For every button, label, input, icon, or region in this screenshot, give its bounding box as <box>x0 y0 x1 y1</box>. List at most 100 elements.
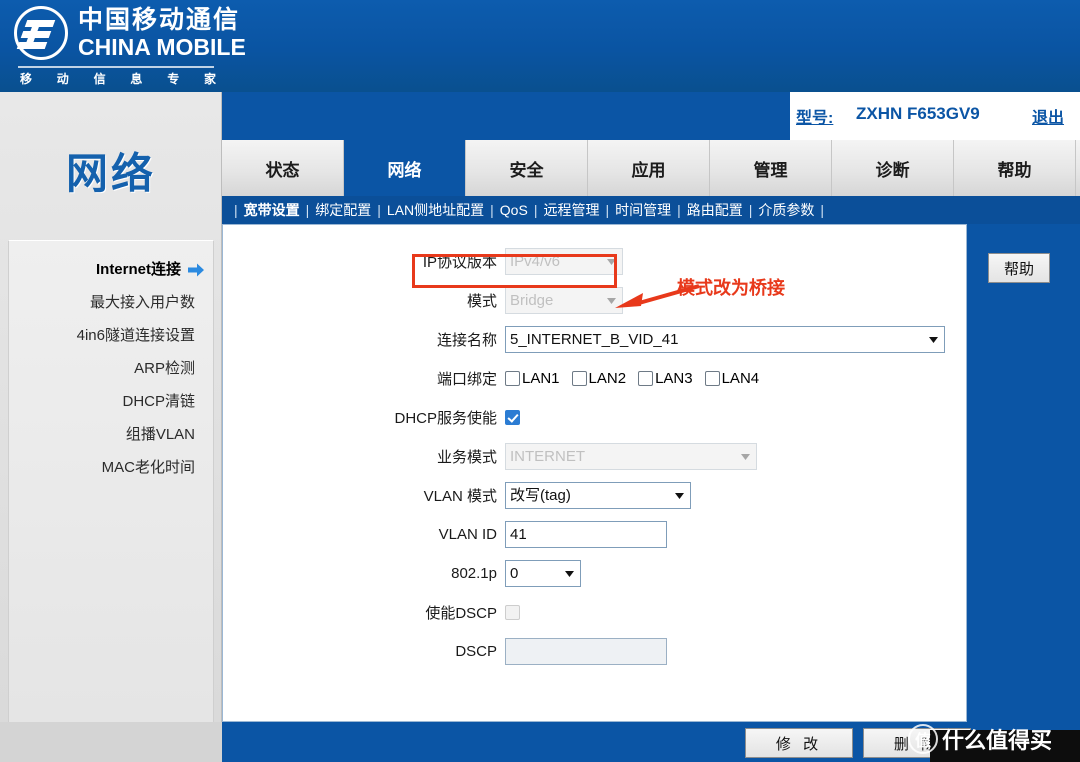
sidebar-item-dhcp-clear[interactable]: DHCP清链 <box>9 385 215 418</box>
checkbox-icon[interactable] <box>571 371 587 386</box>
subnav-item-broadband-settings[interactable]: 宽带设置 <box>244 200 300 220</box>
tab-help[interactable]: 帮助 <box>954 140 1076 196</box>
dot1p-select[interactable]: 0 <box>505 560 581 587</box>
sidebar-item-label: 组播VLAN <box>125 426 195 443</box>
port-binding-lan1-label: LAN1 <box>522 370 560 387</box>
brand-slogan: 移 动 信 息 专 家 <box>20 70 216 87</box>
sidebar-item-arp-detection[interactable]: ARP检测 <box>9 352 215 385</box>
subnav-separator: | <box>533 202 538 218</box>
connection-name-label: 连接名称 <box>436 332 497 349</box>
model-label: 型号: <box>796 110 834 127</box>
sidebar-item-label: Internet连接 <box>95 261 181 278</box>
dscp-enable-checkbox[interactable] <box>505 605 520 620</box>
field-row-connection-name: 连接名称 5_INTERNET_B_VID_41 <box>223 323 968 356</box>
vlan-id-input[interactable] <box>505 521 667 548</box>
service-mode-select[interactable]: INTERNET <box>505 443 757 470</box>
modify-button[interactable]: 修 改 <box>745 728 853 758</box>
service-mode-label: 业务模式 <box>436 449 497 466</box>
dot1p-select-wrap: 0 <box>505 560 581 587</box>
brand-name-en: CHINA MOBILE <box>78 33 246 60</box>
watermark-badge-icon: 值 <box>908 724 938 754</box>
slogan-char: 移 <box>20 72 33 86</box>
sidebar-item-mac-aging-time[interactable]: MAC老化时间 <box>9 451 215 484</box>
subnav-separator: | <box>677 202 681 218</box>
brand-text: 中国移动通信 CHINA MOBILE <box>78 7 246 60</box>
dot1p-label: 802.1p <box>451 565 497 582</box>
sidebar-item-internet-connection[interactable]: Internet连接 <box>9 253 215 286</box>
slogan-char: 信 <box>93 72 106 86</box>
port-binding-lan2-label: LAN2 <box>588 370 627 387</box>
vlan-mode-select[interactable]: 改写(tag) <box>505 482 691 509</box>
port-binding-lan3-label: LAN3 <box>655 370 693 387</box>
footer-inner: 修 改 删 除 <box>222 722 971 762</box>
tab-management[interactable]: 管理 <box>710 140 832 196</box>
vlan-id-label: VLAN ID <box>438 526 497 543</box>
subnav-item-qos[interactable]: QoS <box>500 202 528 218</box>
subnav-separator: | <box>748 202 753 218</box>
sidebar-item-label: MAC老化时间 <box>101 459 195 476</box>
subnav-separator: | <box>490 202 494 218</box>
dhcp-enable-checkbox[interactable] <box>505 410 520 425</box>
main-tabbar: 状态 网络 安全 应用 管理 诊断 帮助 <box>222 140 1080 196</box>
china-mobile-logo-icon <box>14 6 68 60</box>
vlan-mode-select-wrap: 改写(tag) <box>505 482 691 509</box>
footer-left-spacer <box>0 722 222 762</box>
subnav-item-remote-management[interactable]: 远程管理 <box>543 200 599 220</box>
field-row-ip-version: IP协议版本 IPv4/v6 <box>223 245 968 278</box>
sidebar-item-label: DHCP清链 <box>122 393 195 410</box>
port-binding-lan4[interactable]: LAN4 <box>704 370 760 387</box>
tab-network[interactable]: 网络 <box>344 140 466 196</box>
checkbox-icon[interactable] <box>505 371 520 386</box>
router-admin-page: 中国移动通信 CHINA MOBILE 移 动 信 息 专 家 网络 Inter… <box>0 0 1080 762</box>
subnav-separator: | <box>234 202 238 218</box>
sidebar-panel: Internet连接 最大接入用户数 4in6隧道连接设置 ARP检测 DHCP… <box>8 240 214 754</box>
subnav-item-lan-address-config[interactable]: LAN侧地址配置 <box>387 200 484 220</box>
field-row-dot1p: 802.1p 0 <box>223 557 968 590</box>
field-row-mode: 模式 Bridge <box>223 284 968 317</box>
help-button[interactable]: 帮助 <box>988 253 1050 283</box>
slogan-char: 息 <box>130 72 143 86</box>
mode-select[interactable]: Bridge <box>505 287 623 314</box>
port-binding-lan2[interactable]: LAN2 <box>571 370 627 387</box>
mode-label: 模式 <box>466 293 497 310</box>
watermark: 值 什么值得买 <box>908 716 1080 762</box>
slogan-char: 家 <box>203 72 216 86</box>
service-mode-select-wrap: INTERNET <box>505 443 757 470</box>
connection-name-select[interactable]: 5_INTERNET_B_VID_41 <box>505 326 945 353</box>
field-row-dscp: DSCP <box>223 635 968 668</box>
checkbox-icon[interactable] <box>704 371 720 386</box>
arrow-right-icon <box>188 263 204 277</box>
subnav-separator: | <box>820 202 825 218</box>
subnav-item-binding-config[interactable]: 绑定配置 <box>315 200 371 220</box>
dhcp-enable-label: DHCP服务使能 <box>394 410 497 427</box>
dscp-input[interactable] <box>505 638 667 665</box>
brand-logo: 中国移动通信 CHINA MOBILE <box>14 6 246 60</box>
subnav-item-time-management[interactable]: 时间管理 <box>615 200 671 220</box>
model-value: ZXHN F653GV9 <box>856 104 980 123</box>
sub-navigation: | 宽带设置 | 绑定配置 | LAN侧地址配置 | QoS | 远程管理 | … <box>222 196 1080 224</box>
subnav-item-route-config[interactable]: 路由配置 <box>687 200 743 220</box>
annotation-text: 模式改为桥接 <box>677 278 785 298</box>
port-binding-lan1[interactable]: LAN1 <box>505 370 560 387</box>
dscp-enable-label: 使能DSCP <box>425 605 497 622</box>
port-binding-lan3[interactable]: LAN3 <box>638 370 693 387</box>
subnav-item-media-parameters[interactable]: 介质参数 <box>758 200 814 220</box>
sidebar-item-max-users[interactable]: 最大接入用户数 <box>9 286 215 319</box>
subnav-separator: | <box>605 202 610 218</box>
model-bar-fill <box>222 92 790 140</box>
logout-link[interactable]: 退出 <box>1032 104 1064 128</box>
field-row-dscp-enable: 使能DSCP <box>223 596 968 629</box>
slogan-char: 动 <box>56 72 69 86</box>
tab-application[interactable]: 应用 <box>588 140 710 196</box>
brand-divider <box>18 66 214 68</box>
tab-diagnostics[interactable]: 诊断 <box>832 140 954 196</box>
port-binding-lan4-label: LAN4 <box>721 370 760 387</box>
sidebar-item-multicast-vlan[interactable]: 组播VLAN <box>9 418 215 451</box>
sidebar-item-4in6-tunnel[interactable]: 4in6隧道连接设置 <box>9 319 215 352</box>
ip-version-select[interactable]: IPv4/v6 <box>505 248 623 275</box>
tab-security[interactable]: 安全 <box>466 140 588 196</box>
tab-status[interactable]: 状态 <box>222 140 344 196</box>
checkbox-icon[interactable] <box>638 371 654 386</box>
field-row-service-mode: 业务模式 INTERNET <box>223 440 968 473</box>
field-row-port-binding: 端口绑定 LAN1 LAN2 LAN3 LAN4 <box>223 362 968 395</box>
